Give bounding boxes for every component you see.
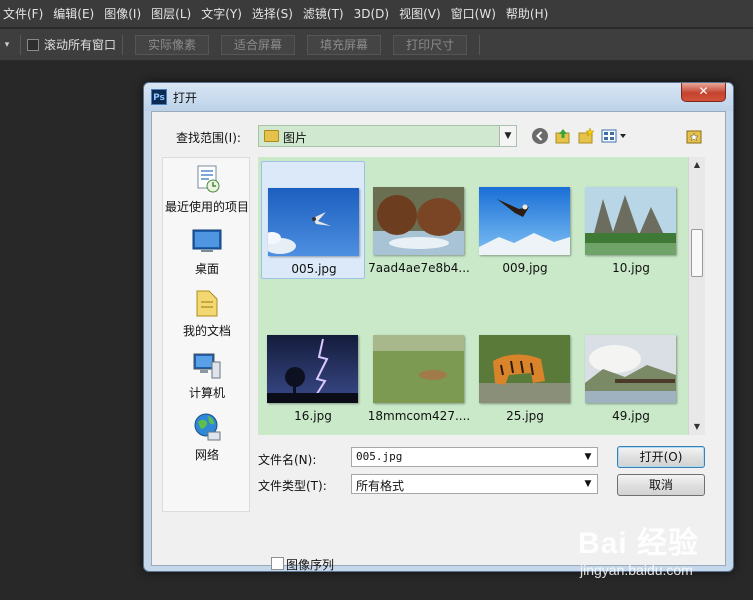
filetype-label: 文件类型(T): bbox=[258, 479, 327, 493]
watermark-url: jingyan.baidu.com bbox=[580, 562, 693, 578]
image-sequence-checkbox[interactable] bbox=[271, 557, 284, 570]
thumbnail-image bbox=[373, 335, 464, 403]
baidu-watermark: Bai 经验 jingyan.baidu.com bbox=[578, 518, 748, 588]
watermark-brand: Bai 经验 bbox=[578, 527, 700, 560]
file-item[interactable]: 10.jpg bbox=[579, 161, 683, 279]
file-item[interactable]: 009.jpg bbox=[473, 161, 577, 279]
file-name: 10.jpg bbox=[612, 261, 650, 275]
menu-type[interactable]: 文字(Y) bbox=[198, 0, 249, 28]
chevron-down-icon[interactable]: ▼ bbox=[581, 448, 595, 466]
menu-select[interactable]: 选择(S) bbox=[249, 0, 300, 28]
network-globe-icon bbox=[192, 412, 222, 442]
actual-pixels-button[interactable]: 实际像素 bbox=[135, 34, 210, 55]
dialog-client: 查找范围(I): 图片 ▼ 最近使用的项目 桌面 我的文档 计算机 网络 005… bbox=[151, 111, 726, 572]
image-sequence-label: 图像序列 bbox=[286, 558, 335, 572]
file-name: 005.jpg bbox=[291, 262, 337, 276]
recent-items-icon bbox=[192, 164, 222, 194]
file-list[interactable]: 005.jpg 7aad4ae7e8b4... 009.jpg 10.jpg 1… bbox=[258, 157, 704, 435]
place-network[interactable]: 网络 bbox=[163, 412, 251, 463]
filename-value: 005.jpg bbox=[356, 450, 403, 463]
cancel-button[interactable]: 取消 bbox=[617, 474, 705, 496]
menu-filter[interactable]: 滤镜(T) bbox=[300, 0, 351, 28]
filename-input[interactable]: 005.jpg ▼ bbox=[351, 447, 598, 467]
file-item[interactable]: 49.jpg bbox=[579, 309, 683, 427]
options-separator bbox=[20, 34, 21, 55]
options-bar: ▾ 滚动所有窗口 实际像素 适合屏幕 填充屏幕 打印尺寸 bbox=[0, 29, 753, 61]
look-in-label: 查找范围(I): bbox=[176, 131, 241, 145]
open-dialog: Ps 打开 ✕ 查找范围(I): 图片 ▼ 最近使用的项目 桌面 我的文档 计算… bbox=[143, 82, 734, 572]
thumbnail-image bbox=[479, 187, 570, 255]
new-folder-icon[interactable] bbox=[577, 127, 595, 145]
tool-preset-arrow-icon[interactable]: ▾ bbox=[0, 29, 14, 61]
thumbnail-image bbox=[585, 335, 676, 403]
back-icon[interactable] bbox=[531, 127, 549, 145]
options-separator bbox=[122, 34, 124, 55]
place-label: 我的文档 bbox=[182, 324, 231, 338]
favorites-folder-icon[interactable] bbox=[685, 127, 703, 145]
menu-image[interactable]: 图像(I) bbox=[101, 0, 148, 28]
file-item[interactable]: 18mmcom427.... bbox=[367, 309, 471, 427]
filetype-select[interactable]: 所有格式 ▼ bbox=[351, 474, 598, 494]
dialog-titlebar[interactable]: Ps 打开 ✕ bbox=[144, 83, 733, 111]
menu-help[interactable]: 帮助(H) bbox=[503, 0, 555, 28]
thumbnail-image bbox=[479, 335, 570, 403]
place-desktop[interactable]: 桌面 bbox=[163, 226, 251, 277]
file-name: 16.jpg bbox=[294, 409, 332, 423]
chevron-down-icon[interactable]: ▼ bbox=[499, 126, 516, 146]
scroll-all-windows-checkbox[interactable] bbox=[27, 38, 39, 51]
thumbnail-image bbox=[373, 187, 464, 255]
file-name: 7aad4ae7e8b4... bbox=[368, 261, 470, 275]
file-item[interactable]: 25.jpg bbox=[473, 309, 577, 427]
file-name: 49.jpg bbox=[612, 409, 650, 423]
filetype-value: 所有格式 bbox=[356, 479, 405, 493]
view-menu-icon[interactable] bbox=[601, 127, 629, 145]
fit-screen-button[interactable]: 适合屏幕 bbox=[221, 34, 296, 55]
file-name: 009.jpg bbox=[502, 261, 548, 275]
scroll-all-windows-label: 滚动所有窗口 bbox=[44, 38, 117, 52]
thumbnail-image bbox=[585, 187, 676, 255]
places-bar: 最近使用的项目 桌面 我的文档 计算机 网络 bbox=[162, 157, 250, 512]
menu-edit[interactable]: 编辑(E) bbox=[50, 0, 101, 28]
print-size-button[interactable]: 打印尺寸 bbox=[393, 34, 468, 55]
folder-icon bbox=[264, 130, 279, 142]
desktop-icon bbox=[192, 226, 222, 256]
file-item[interactable]: 7aad4ae7e8b4... bbox=[367, 161, 471, 279]
dialog-title: 打开 bbox=[173, 91, 198, 105]
look-in-value: 图片 bbox=[283, 131, 308, 145]
place-documents[interactable]: 我的文档 bbox=[163, 288, 251, 339]
menu-window[interactable]: 窗口(W) bbox=[448, 0, 503, 28]
menu-bar: 文件(F) 编辑(E) 图像(I) 图层(L) 文字(Y) 选择(S) 滤镜(T… bbox=[0, 0, 753, 28]
computer-icon bbox=[192, 350, 222, 380]
place-label: 网络 bbox=[194, 448, 219, 462]
menu-3d[interactable]: 3D(D) bbox=[351, 0, 396, 28]
file-list-scrollbar[interactable]: ▲ ▼ bbox=[688, 157, 705, 435]
scroll-up-icon[interactable]: ▲ bbox=[689, 157, 705, 173]
file-item[interactable]: 005.jpg bbox=[261, 161, 365, 279]
place-recent[interactable]: 最近使用的项目 bbox=[163, 164, 251, 215]
open-button[interactable]: 打开(O) bbox=[617, 446, 705, 468]
menu-layer[interactable]: 图层(L) bbox=[148, 0, 198, 28]
place-label: 计算机 bbox=[188, 386, 225, 400]
filename-label: 文件名(N): bbox=[258, 453, 317, 467]
file-item[interactable]: 16.jpg bbox=[261, 309, 365, 427]
photoshop-icon: Ps bbox=[151, 89, 167, 105]
thumbnail-image bbox=[268, 188, 359, 256]
documents-folder-icon bbox=[192, 288, 222, 318]
look-in-combo[interactable]: 图片 ▼ bbox=[258, 125, 517, 147]
menu-file[interactable]: 文件(F) bbox=[0, 0, 50, 28]
chevron-down-icon[interactable]: ▼ bbox=[581, 475, 595, 493]
options-separator bbox=[479, 34, 481, 55]
place-label: 最近使用的项目 bbox=[164, 200, 249, 214]
up-folder-icon[interactable] bbox=[554, 127, 572, 145]
file-name: 25.jpg bbox=[506, 409, 544, 423]
place-computer[interactable]: 计算机 bbox=[163, 350, 251, 401]
place-label: 桌面 bbox=[194, 262, 219, 276]
menu-view[interactable]: 视图(V) bbox=[396, 0, 448, 28]
scroll-down-icon[interactable]: ▼ bbox=[689, 419, 705, 435]
scrollbar-thumb[interactable] bbox=[691, 229, 703, 277]
close-button[interactable]: ✕ bbox=[681, 83, 726, 102]
fill-screen-button[interactable]: 填充屏幕 bbox=[307, 34, 382, 55]
thumbnail-image bbox=[267, 335, 358, 403]
file-name: 18mmcom427.... bbox=[367, 409, 471, 423]
